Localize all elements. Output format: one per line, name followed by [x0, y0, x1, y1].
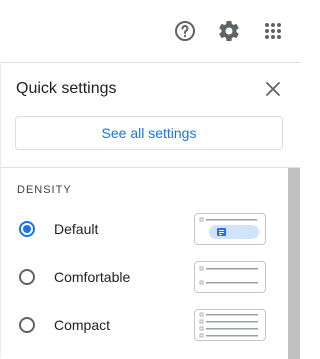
density-option-compact[interactable]: Compact — [17, 308, 269, 344]
quick-settings-panel: Quick settings See all settings DENSITY … — [0, 62, 301, 359]
density-option-comfortable[interactable]: Comfortable — [17, 260, 269, 296]
option-label: Compact — [54, 317, 111, 333]
help-icon[interactable] — [173, 19, 197, 43]
density-section-label: DENSITY — [17, 184, 72, 196]
top-toolbar — [0, 0, 301, 62]
density-option-default[interactable]: Default — [17, 212, 269, 248]
divider — [1, 167, 301, 168]
option-label: Comfortable — [54, 269, 131, 285]
density-preview-comfortable — [194, 261, 266, 293]
see-all-settings-button[interactable]: See all settings — [15, 116, 283, 150]
close-icon[interactable] — [263, 79, 283, 99]
density-preview-default — [194, 213, 266, 245]
panel-title: Quick settings — [16, 80, 117, 97]
radio-compact[interactable] — [19, 317, 35, 333]
density-preview-compact — [194, 309, 266, 341]
option-label: Default — [54, 221, 99, 237]
radio-default[interactable] — [19, 221, 35, 237]
apps-grid-icon[interactable] — [261, 19, 285, 43]
gear-icon[interactable] — [217, 19, 241, 43]
radio-comfortable[interactable] — [19, 269, 35, 285]
scrollbar-thumb[interactable] — [288, 168, 300, 359]
